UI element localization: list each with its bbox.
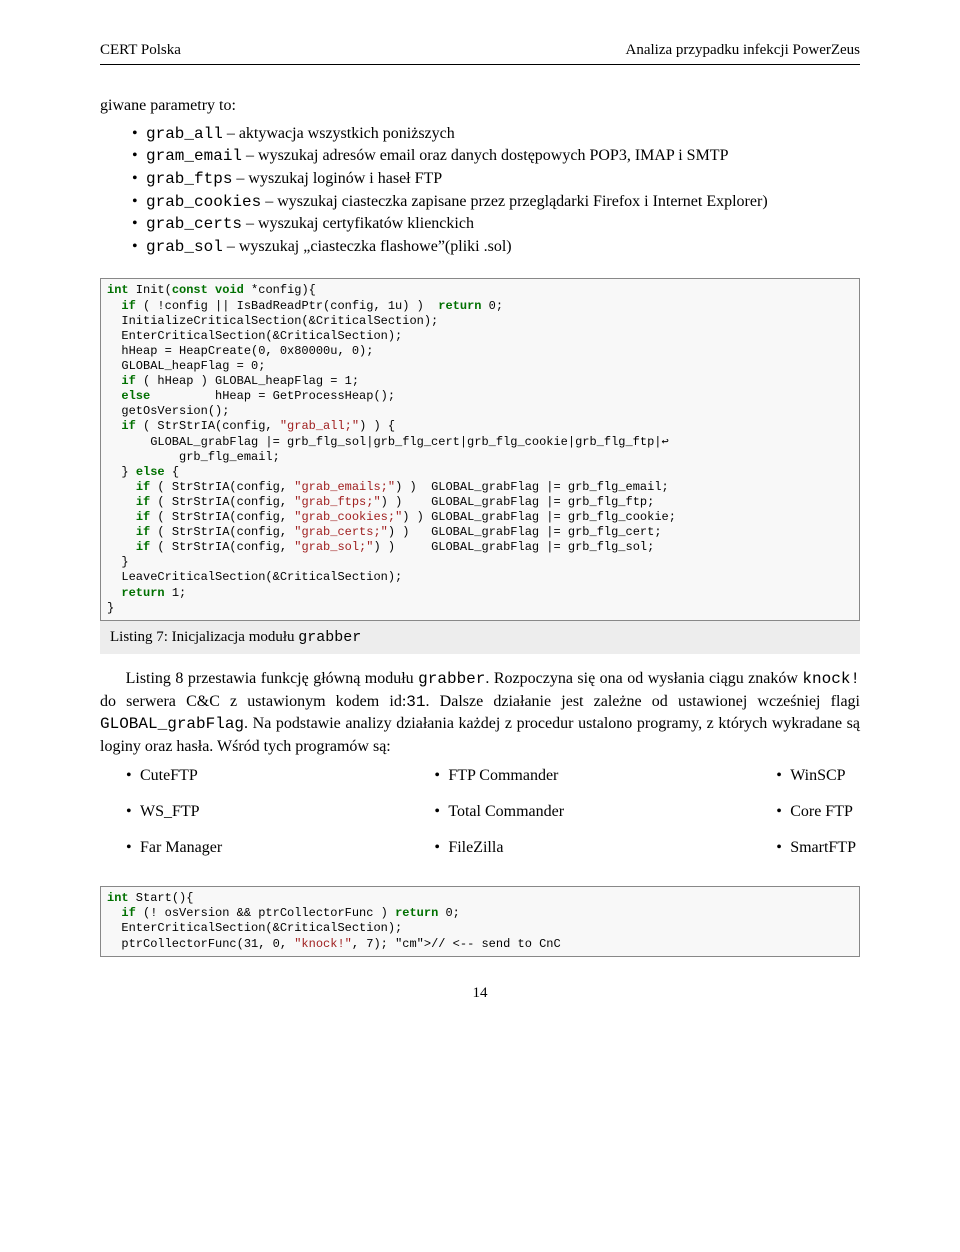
program-col: WinSCP Core FTP SmartFTP (750, 765, 860, 872)
list-item: WinSCP (794, 765, 860, 787)
param-list: grab_all – aktywacja wszystkich poniższy… (100, 123, 860, 259)
list-item: grab_all – aktywacja wszystkich poniższy… (150, 123, 860, 146)
caption-module: grabber (298, 629, 361, 646)
para-text: Listing 8 przestawia funkcję główną modu… (126, 670, 419, 687)
param-key: grab_certs (146, 215, 242, 233)
list-item: CuteFTP (144, 765, 222, 787)
list-item: Far Manager (144, 837, 222, 859)
param-key: gram_email (146, 147, 242, 165)
param-desc: – aktywacja wszystkich poniższych (223, 125, 455, 142)
list-item: Core FTP (794, 801, 860, 823)
param-desc: – wyszukaj adresów email oraz danych dos… (242, 147, 728, 164)
param-desc: – wyszukaj ciasteczka zapisane przez prz… (261, 193, 767, 210)
code-listing-8: int Start(){ if (! osVersion && ptrColle… (100, 886, 860, 956)
param-desc: – wyszukaj loginów i haseł FTP (232, 170, 442, 187)
list-item: SmartFTP (794, 837, 860, 859)
intro-text: giwane parametry to: (100, 95, 860, 117)
param-key: grab_cookies (146, 193, 261, 211)
param-key: grab_sol (146, 238, 223, 256)
program-columns: CuteFTP WS_FTP Far Manager FTP Commander… (100, 765, 860, 872)
caption-text: Listing 7: Inicjalizacja modułu (110, 629, 298, 645)
list-item: FileZilla (452, 837, 564, 859)
list-item: grab_sol – wyszukaj „ciasteczka flashowe… (150, 236, 860, 259)
param-desc: – wyszukaj „ciasteczka flashowe”(pliki .… (223, 238, 512, 255)
body-paragraph: Listing 8 przestawia funkcję główną modu… (100, 668, 860, 757)
list-item: grab_certs – wyszukaj certyfikatów klien… (150, 213, 860, 236)
list-item: grab_cookies – wyszukaj ciasteczka zapis… (150, 191, 860, 214)
para-text: do serwera C&C z ustawionym kodem id: (100, 693, 406, 710)
header-right: Analiza przypadku infekcji PowerZeus (626, 40, 861, 60)
list-item: FTP Commander (452, 765, 564, 787)
program-col: FTP Commander Total Commander FileZilla (408, 765, 564, 872)
para-text: . Rozpoczyna się ona od wysłania ciągu z… (485, 670, 802, 687)
list-item: gram_email – wyszukaj adresów email oraz… (150, 145, 860, 168)
page-header: CERT Polska Analiza przypadku infekcji P… (100, 40, 860, 65)
list-item: grab_ftps – wyszukaj loginów i haseł FTP (150, 168, 860, 191)
header-left: CERT Polska (100, 40, 181, 60)
code-listing-7: int Init(const void *config){ if ( !conf… (100, 278, 860, 620)
param-key: grab_all (146, 125, 223, 143)
list-item: Total Commander (452, 801, 564, 823)
listing-caption: Listing 7: Inicjalizacja modułu grabber (100, 621, 860, 654)
list-item: WS_FTP (144, 801, 222, 823)
para-text: . Dalsze działanie jest zależne od ustaw… (426, 693, 861, 710)
para-mono: knock! (802, 670, 860, 688)
para-mono: grabber (418, 670, 485, 688)
page-number: 14 (100, 983, 860, 1003)
param-desc: – wyszukaj certyfikatów klienckich (242, 215, 474, 232)
para-mono: GLOBAL_grabFlag (100, 715, 244, 733)
program-col: CuteFTP WS_FTP Far Manager (100, 765, 222, 872)
param-key: grab_ftps (146, 170, 232, 188)
para-mono: 31 (406, 693, 425, 711)
